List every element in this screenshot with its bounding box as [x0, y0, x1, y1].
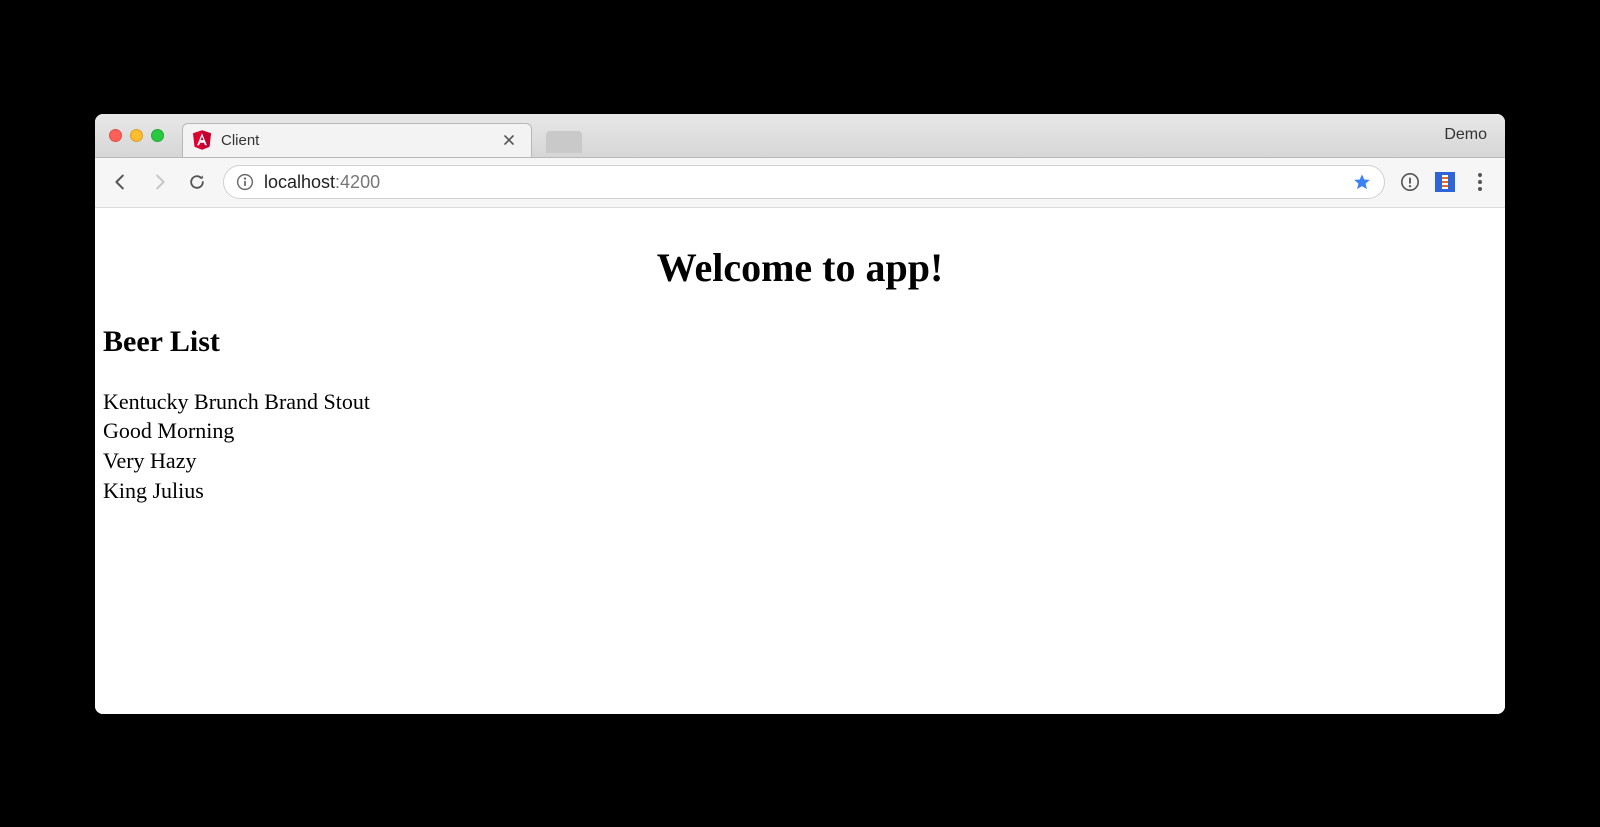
url-text: localhost:4200 — [264, 172, 1342, 193]
kebab-menu-icon[interactable] — [1469, 173, 1491, 191]
page-title: Welcome to app! — [103, 244, 1497, 291]
list-item: Good Morning — [103, 416, 1497, 446]
reload-button[interactable] — [185, 170, 209, 194]
tab-title: Client — [221, 132, 493, 149]
window-close-button[interactable] — [109, 129, 122, 142]
forward-button[interactable] — [147, 170, 171, 194]
page-viewport: Welcome to app! Beer List Kentucky Brunc… — [95, 208, 1505, 714]
browser-tab[interactable]: Client — [182, 123, 532, 157]
angular-icon — [193, 130, 211, 150]
list-item: King Julius — [103, 476, 1497, 506]
titlebar-right-label: Demo — [1444, 126, 1493, 144]
back-button[interactable] — [109, 170, 133, 194]
list-item: Very Hazy — [103, 446, 1497, 476]
window-minimize-button[interactable] — [130, 129, 143, 142]
window-zoom-button[interactable] — [151, 129, 164, 142]
tab-close-button[interactable] — [503, 134, 521, 146]
circled-info-icon[interactable] — [1399, 171, 1421, 193]
window-controls — [109, 129, 164, 142]
browser-toolbar: localhost:4200 — [95, 158, 1505, 208]
site-info-icon[interactable] — [236, 173, 254, 191]
titlebar: Client Demo — [95, 114, 1505, 158]
url-host: localhost — [264, 172, 335, 192]
list-item: Kentucky Brunch Brand Stout — [103, 387, 1497, 417]
browser-window: Client Demo localhost:4200 — [95, 114, 1505, 714]
url-port: :4200 — [335, 172, 380, 192]
lighthouse-icon[interactable] — [1435, 172, 1455, 192]
new-tab-button[interactable] — [546, 131, 582, 153]
bookmark-star-icon[interactable] — [1352, 172, 1372, 192]
section-title: Beer List — [103, 325, 1497, 359]
beer-list: Kentucky Brunch Brand Stout Good Morning… — [103, 387, 1497, 506]
address-bar[interactable]: localhost:4200 — [223, 165, 1385, 199]
